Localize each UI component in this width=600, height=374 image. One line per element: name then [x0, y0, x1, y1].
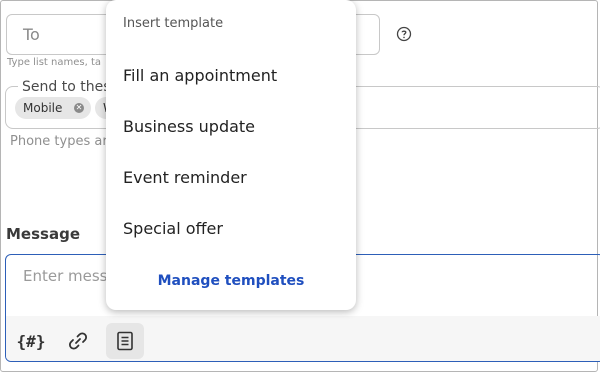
insert-template-button[interactable]: [106, 323, 144, 359]
message-toolbar: {#}: [6, 316, 600, 361]
chip-label: Mobile: [23, 101, 63, 115]
menu-header: Insert template: [123, 16, 224, 31]
insert-link-button[interactable]: [59, 323, 97, 359]
insert-template-menu: Insert template Fill an appointment Busi…: [106, 0, 356, 310]
menu-item-event-reminder[interactable]: Event reminder: [123, 168, 247, 187]
chip-mobile: Mobile ✕: [15, 97, 91, 119]
variable-icon: {#}: [16, 331, 46, 351]
chip-remove-icon[interactable]: ✕: [74, 103, 84, 113]
insert-variable-button[interactable]: {#}: [12, 323, 50, 359]
menu-item-business-update[interactable]: Business update: [123, 117, 255, 136]
to-placeholder: To: [23, 25, 40, 44]
link-icon: [68, 332, 88, 350]
template-icon: [117, 331, 133, 351]
send-to-legend: Send to thes: [18, 79, 115, 95]
message-label: Message: [6, 225, 80, 243]
menu-item-fill-appointment[interactable]: Fill an appointment: [123, 66, 277, 85]
help-icon[interactable]: [396, 26, 412, 42]
to-hint: Type list names, ta: [7, 57, 101, 68]
menu-item-special-offer[interactable]: Special offer: [123, 219, 223, 238]
phone-types-hint: Phone types ar: [10, 134, 108, 149]
manage-templates-link[interactable]: Manage templates: [106, 273, 356, 289]
